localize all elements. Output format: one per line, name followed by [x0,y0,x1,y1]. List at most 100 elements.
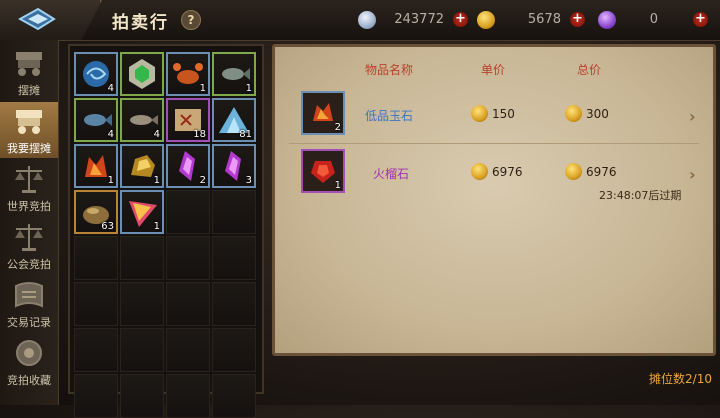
sidebar-item-label: 摆摊 [18,84,40,97]
cart-icon [16,52,42,76]
empty-inventory-slot[interactable] [74,374,118,418]
inventory-slot[interactable]: 3 [212,144,256,188]
gem-value: 0 [649,12,658,27]
item-count: 1 [199,83,206,94]
inventory-slot[interactable]: 1 [120,144,164,188]
empty-inventory-slot[interactable] [74,282,118,326]
empty-inventory-slot[interactable] [120,236,164,280]
gold-coin-icon [471,163,488,180]
inventory-grid: 4 1 1 4 4 18 81 1 1 2 3 63 1 [68,44,264,418]
empty-inventory-slot[interactable] [166,282,210,326]
inventory-slot[interactable]: 2 [166,144,210,188]
sidebar-item-label: 公会竞拍 [7,258,51,271]
inventory-slot[interactable]: 4 [120,98,164,142]
empty-inventory-slot[interactable] [74,328,118,372]
chevron-right-icon[interactable]: › [689,165,696,184]
inventory-slot[interactable]: 63 [74,190,118,234]
item-count: 2 [199,175,206,186]
inventory-slot[interactable]: 1 [120,190,164,234]
top-bar: 拍卖行 ? 243772 + 5678 + 0 + [0,0,720,41]
silver-coin-icon [358,11,376,29]
sidebar-item-label: 我要摆摊 [7,142,51,155]
page-title: 拍卖行 [112,13,169,33]
sidebar-item-auction-collection[interactable]: 竞拍收藏 [0,334,58,390]
item-count: 1 [107,175,114,186]
add-gold-button[interactable]: + [570,12,585,27]
sidebar-item-world-auction[interactable]: 世界竞拍 [0,160,58,216]
item-count: 1 [153,175,160,186]
empty-inventory-slot[interactable] [212,282,256,326]
inventory-slot[interactable]: 1 [212,52,256,96]
stall-board: 物品名称 单价 总价 2 低品玉石 150 300 › 1 火榴石 6976 6… [272,44,716,356]
row-divider [289,143,699,144]
add-silver-button[interactable]: + [453,12,468,27]
empty-inventory-slot[interactable] [166,374,210,418]
empty-inventory-slot[interactable] [166,236,210,280]
sidebar: 摆摊 我要摆摊 世界竞拍 公会竞拍 交易记录 竞拍收藏 [0,40,59,405]
sidebar-item-my-stall[interactable]: 我要摆摊 [0,102,58,158]
item-count: 1 [245,83,252,94]
empty-inventory-slot[interactable] [212,374,256,418]
item-count: 4 [153,129,160,140]
unit-price-value: 6976 [492,165,523,179]
inventory-slot[interactable]: 18 [166,98,210,142]
column-header-total-price: 总价 [577,63,602,77]
back-button[interactable] [0,0,102,40]
total-price-value: 6976 [586,165,617,179]
item-count: 3 [245,175,252,186]
item-count: 1 [334,180,341,191]
column-header-name: 物品名称 [365,63,414,77]
inventory-slot[interactable] [120,52,164,96]
item-count: 63 [101,221,114,232]
empty-inventory-slot[interactable] [212,328,256,372]
item-name: 火榴石 [373,167,410,181]
inventory-slot[interactable]: 4 [74,98,118,142]
sidebar-item-trade-record[interactable]: 交易记录 [0,276,58,332]
collection-icon [16,340,42,366]
empty-inventory-slot[interactable] [212,190,256,234]
unit-price-value: 150 [492,107,515,121]
empty-inventory-slot[interactable] [120,282,164,326]
gold-coin-icon [565,105,582,122]
silver-currency: 243772 + [358,10,468,30]
empty-inventory-slot[interactable] [120,328,164,372]
empty-inventory-slot[interactable] [166,190,210,234]
item-count: 1 [153,221,160,232]
item-count: 4 [107,83,114,94]
help-button[interactable]: ? [181,10,201,30]
gold-currency: 5678 + [477,10,585,30]
gold-coin-icon [565,163,582,180]
total-price-value: 300 [586,107,609,121]
stall-cart-icon [16,110,42,134]
item-count: 4 [107,129,114,140]
record-icon [15,282,43,308]
stall-row[interactable]: 1 火榴石 6976 6976 › 23:48:07后过期 [289,147,699,203]
column-header-unit-price: 单价 [481,63,506,77]
add-gem-button[interactable]: + [693,12,708,27]
sidebar-item-guild-auction[interactable]: 公会竞拍 [0,218,58,274]
silver-value: 243772 [394,12,444,27]
inventory-slot[interactable]: 81 [212,98,256,142]
sidebar-item-stall[interactable]: 摆摊 [0,44,58,100]
gold-coin-icon [477,11,495,29]
empty-inventory-slot[interactable] [166,328,210,372]
expire-time: 23:48:07后过期 [599,189,682,202]
inventory-slot[interactable]: 1 [166,52,210,96]
inventory-slot[interactable]: 4 [74,52,118,96]
sidebar-item-label: 交易记录 [7,316,51,329]
inventory-slot[interactable]: 1 [74,144,118,188]
purple-gem-icon [598,11,616,29]
stall-count: 摊位数2/10 [649,372,712,386]
green-gem-badge-icon [129,59,155,89]
empty-inventory-slot[interactable] [74,236,118,280]
empty-inventory-slot[interactable] [120,374,164,418]
sidebar-item-label: 竞拍收藏 [7,374,51,387]
chevron-right-icon[interactable]: › [689,107,696,126]
scale-icon [15,166,43,193]
empty-inventory-slot[interactable] [212,236,256,280]
gold-value: 5678 [527,12,561,27]
stall-row[interactable]: 2 低品玉石 150 300 › [289,89,699,145]
item-count: 18 [193,129,206,140]
gem-currency: 0 + [598,10,708,30]
item-thumb: 2 [301,91,345,135]
